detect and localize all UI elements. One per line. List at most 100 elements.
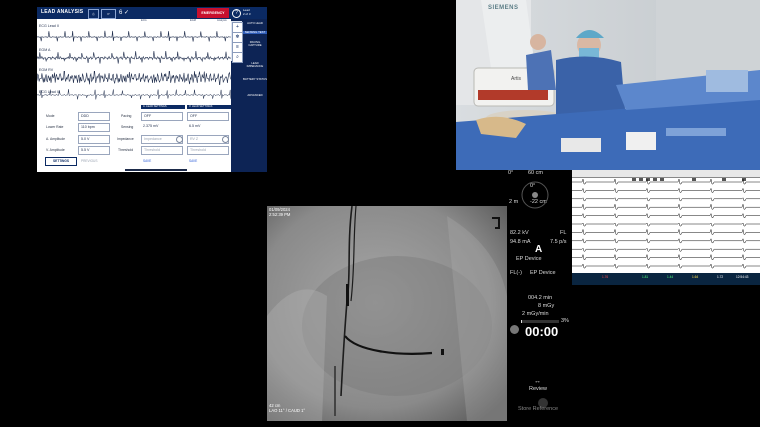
ecg-channel-trace (572, 203, 760, 210)
review-button[interactable]: Review (529, 386, 547, 392)
menu-auto-lead[interactable]: AUTO LEAD (243, 21, 267, 25)
session-status: 6 ✓ (119, 10, 130, 16)
ecg-channel-trace (572, 263, 760, 269)
header-right-line: 2 of 3 (243, 11, 251, 16)
fluoro-scene (267, 206, 507, 421)
ecg-channel-trace (572, 212, 760, 218)
menu-sensing-test[interactable]: SENSING TEST (243, 30, 267, 35)
a-amplitude-field[interactable]: 5.0 V (78, 135, 110, 144)
trace-tools: + ❄ ≡ ⌕ (231, 21, 243, 63)
gantry-angle-top: 0° (508, 170, 514, 176)
ecg-channel-trace (572, 247, 760, 252)
dose-percent: 3% (561, 318, 569, 324)
status-value: 1.76 (602, 275, 609, 279)
print-button[interactable]: ⎙ (88, 9, 99, 19)
timer-icon (510, 325, 519, 334)
fluoro-time: 2:52:39 PM (269, 212, 291, 217)
status-value: 1.72 (717, 275, 724, 279)
search-tool[interactable]: ⌕ (232, 52, 243, 63)
header-right-info: Lead 2 of 3 (243, 8, 251, 16)
lead-settings-form: Mode DDD Lower Rate 110 bpm A. Amplitude… (37, 101, 231, 172)
menu-battery-status[interactable]: BATTERY STATUS (243, 77, 267, 81)
review-arrow-icon[interactable]: ↔ (534, 378, 541, 385)
pacing-a-field[interactable]: OFF (141, 112, 183, 121)
cath-lab-scene (456, 0, 760, 170)
pacing-v-field[interactable]: OFF (187, 112, 229, 121)
previous-link[interactable]: PREVIOUS (81, 159, 97, 163)
menu-lead-impedance[interactable]: LEAD IMPEDANCE (243, 61, 267, 69)
ecg-channel-trace (572, 222, 760, 227)
sensing-label: Sensing (121, 125, 134, 129)
monitor-toolbar (572, 170, 760, 181)
dose-progress-fill (521, 320, 523, 323)
ma-value: 94.8 mA (510, 239, 531, 245)
ecg-channel-trace (572, 187, 760, 193)
pacing-label: Pacing (121, 114, 132, 118)
fluoro-geometry: 42 cm LAO 11° / CAUD 1° (269, 403, 305, 413)
ecg-channel-trace (572, 238, 760, 244)
ecg-channel-trace (572, 197, 760, 202)
v-lead-settings-head: V. LEAD SETTINGS (187, 105, 231, 109)
sensing-v-value: 6.5 mV (187, 123, 227, 130)
programmer-side-menu: + ❄ ≡ ⌕ AUTO LEAD SENSING TEST PACING CA… (231, 19, 267, 172)
fluoro-time: 004.2 min (528, 295, 553, 301)
menu-advanced[interactable]: ADVANCED (243, 93, 267, 97)
programmer-panel: LEAD ANALYSIS ⎙ P 6 ✓ EMERGENCY ? Lead 2… (37, 7, 267, 172)
monitor-status-bar: 1.76 1.81 1.44 1.64 1.72 12:54:43 (572, 273, 760, 285)
gantry-angle-left: 2 m (509, 199, 519, 205)
help-icon[interactable]: ? (232, 9, 241, 18)
menu-pacing-capture[interactable]: PACING CAPTURE (243, 40, 267, 48)
dose-mgy: 8 mGy (538, 303, 555, 309)
fl-label: FL (560, 230, 567, 236)
pace-button[interactable]: P (101, 9, 116, 19)
save-v-button[interactable]: SAVE (189, 159, 197, 163)
clock: 12:54:43 (736, 275, 749, 279)
ep-device-1[interactable]: EP Device (516, 256, 542, 262)
emergency-button[interactable]: EMERGENCY (197, 8, 229, 18)
lower-rate-label: Lower Rate (46, 125, 64, 129)
egm-trace-3 (37, 71, 231, 85)
threshold-v-field[interactable]: Threshold (187, 146, 229, 155)
pps-value: 7.5 p/s (550, 239, 567, 245)
cath-lab-photo: SIEMENS Artis (456, 0, 760, 170)
egm-trace-area: ECG EGM Analysis ECG Lead II EGM A EGM R… (37, 19, 231, 101)
status-value: 1.44 (667, 275, 674, 279)
mode-field[interactable]: DDD (78, 112, 110, 121)
loading-spinner-icon (176, 136, 183, 143)
fl-minus-label: FL(-) (510, 270, 522, 276)
v-amplitude-field[interactable]: 5.5 V (78, 146, 110, 155)
print-icon: ⎙ (92, 12, 95, 16)
siemens-logo: SIEMENS (488, 5, 519, 11)
dose-rate: 2 mGy/min (522, 311, 549, 317)
col-head-ecg: ECG (141, 19, 147, 22)
status-value: 1.81 (642, 275, 649, 279)
mode-label: Mode (46, 114, 55, 118)
gantry-dial-icon (521, 181, 549, 209)
ep-recording-monitor: 1.76 1.81 1.44 1.64 1.72 12:54:43 (572, 170, 760, 285)
fluoro-angle: LAO 11° / CAUD 1° (269, 408, 306, 413)
threshold-label: Threshold (118, 148, 134, 152)
store-reference-button[interactable]: Store Reference (518, 406, 558, 412)
threshold-a-field[interactable]: Threshold (141, 146, 183, 155)
programmer-title: LEAD ANALYSIS (41, 9, 84, 15)
lower-rate-field[interactable]: 110 bpm (78, 123, 110, 132)
settings-button[interactable]: SETTINGS (45, 157, 77, 166)
impedance-label: Impedance (117, 137, 134, 141)
dose-progress-track (521, 320, 559, 323)
procedure-timer: 00:00 (525, 324, 559, 339)
a-lead-settings-head: A. LEAD SETTINGS (141, 105, 185, 109)
kv-value: 82.2 kV (510, 230, 529, 236)
col-head-egm: EGM (190, 19, 196, 22)
v-amplitude-label: V. Amplitude (46, 148, 65, 152)
mode-letter: A (535, 244, 543, 255)
ep-device-2[interactable]: EP Device (530, 270, 556, 276)
gantry-distance-top: 60 cm (528, 170, 543, 176)
a-amplitude-label: A. Amplitude (46, 137, 66, 141)
ecg-channel-trace (572, 228, 760, 235)
col-head-analysis: Analysis (217, 19, 227, 22)
save-a-button[interactable]: SAVE (143, 159, 151, 163)
programmer-header: LEAD ANALYSIS ⎙ P 6 ✓ EMERGENCY ? Lead 2… (37, 7, 267, 19)
fluoro-datetime: 01/09/2024 2:52:39 PM (269, 207, 290, 217)
home-indicator (125, 169, 187, 171)
status-value: 1.64 (692, 275, 699, 279)
